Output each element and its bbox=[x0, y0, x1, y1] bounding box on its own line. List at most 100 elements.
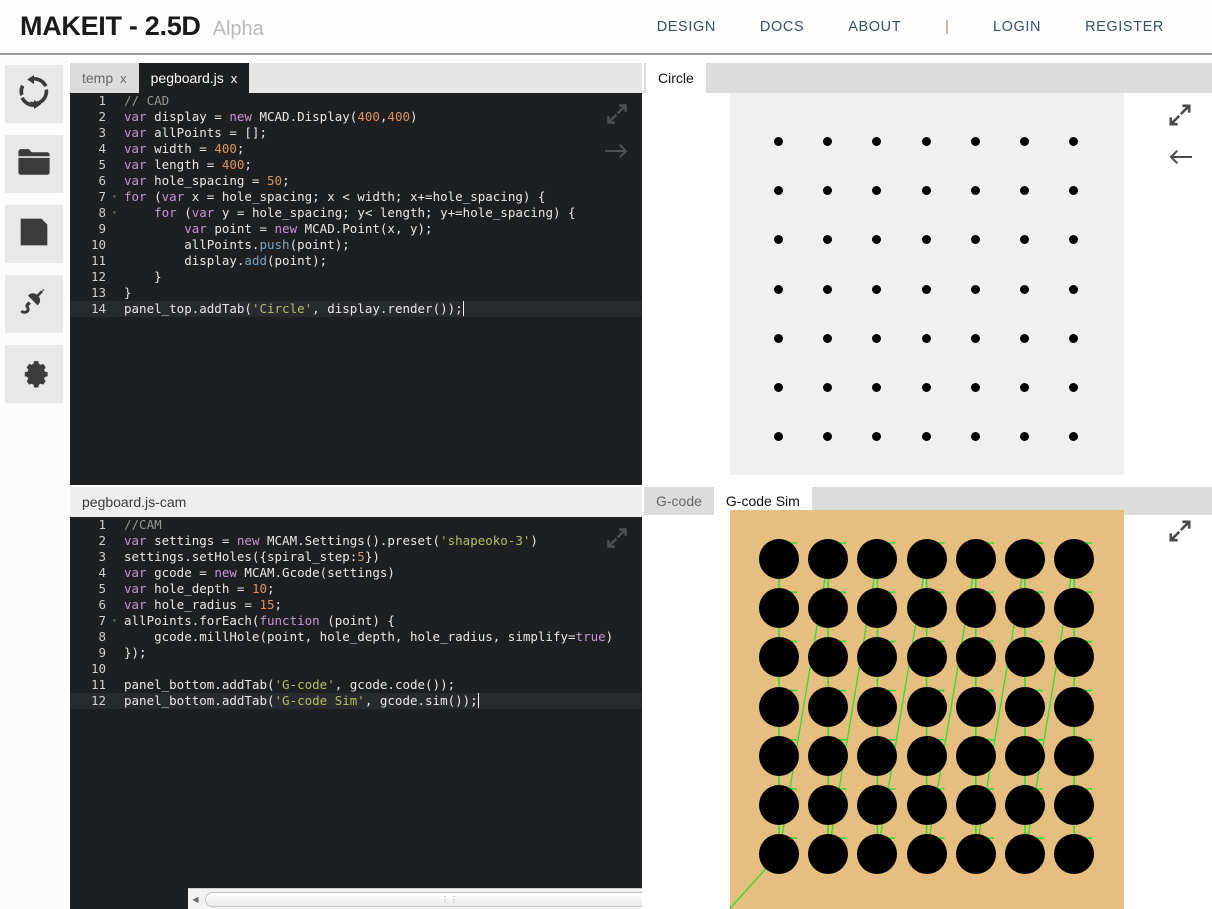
sidebar-item-connect[interactable] bbox=[5, 275, 63, 333]
code-text: var display = new MCAD.Display(400,400) bbox=[122, 109, 418, 125]
cad-canvas[interactable] bbox=[730, 93, 1124, 485]
drilled-hole bbox=[907, 539, 947, 579]
code-line: 5var hole_depth = 10; bbox=[70, 581, 642, 597]
expand-icon[interactable] bbox=[604, 525, 630, 556]
line-number: 6 bbox=[70, 173, 112, 189]
code-line: 3var allPoints = []; bbox=[70, 125, 642, 141]
grid-dot bbox=[872, 432, 881, 441]
code-line: 1// CAD bbox=[70, 93, 642, 109]
drilled-hole bbox=[907, 785, 947, 825]
drilled-hole bbox=[759, 834, 799, 874]
code-text: gcode.millHole(point, hole_depth, hole_r… bbox=[122, 629, 613, 645]
grid-dot bbox=[872, 186, 881, 195]
sim-tab-g-code[interactable]: G-code bbox=[644, 487, 714, 515]
nav-docs[interactable]: DOCS bbox=[738, 19, 826, 35]
cad-tab-temp[interactable]: tempx bbox=[70, 63, 139, 93]
fold-marker bbox=[112, 629, 122, 645]
scrollbar-thumb[interactable]: ⋮⋮ bbox=[205, 892, 642, 907]
drilled-hole bbox=[808, 736, 848, 776]
nav-design[interactable]: DESIGN bbox=[635, 19, 738, 35]
drilled-hole bbox=[907, 588, 947, 628]
drilled-hole bbox=[956, 785, 996, 825]
sidebar-item-save[interactable] bbox=[5, 205, 63, 263]
expand-icon[interactable] bbox=[604, 101, 630, 132]
cam-editor-icons bbox=[604, 525, 630, 556]
cad-code-lines: 1// CAD2var display = new MCAD.Display(4… bbox=[70, 93, 642, 317]
code-text: var hole_depth = 10; bbox=[122, 581, 275, 597]
drilled-hole bbox=[1005, 834, 1045, 874]
scroll-left-arrow[interactable]: ◀ bbox=[188, 890, 203, 909]
fold-marker[interactable]: ▾ bbox=[112, 613, 122, 629]
grid-dot bbox=[922, 285, 931, 294]
fold-marker bbox=[112, 597, 122, 613]
line-number: 7 bbox=[70, 613, 112, 629]
tab-label: pegboard.js bbox=[151, 70, 224, 86]
back-arrow-icon[interactable] bbox=[1166, 148, 1194, 171]
run-arrow-icon[interactable] bbox=[604, 142, 630, 165]
fold-marker bbox=[112, 533, 122, 549]
code-line: 12 } bbox=[70, 269, 642, 285]
drilled-hole bbox=[956, 834, 996, 874]
grid-dot bbox=[1069, 383, 1078, 392]
sidebar-item-open[interactable] bbox=[5, 135, 63, 193]
cad-view-tab-circle[interactable]: Circle bbox=[646, 63, 706, 93]
code-text: var width = 400; bbox=[122, 141, 244, 157]
nav-separator: | bbox=[923, 19, 971, 35]
grid-dot bbox=[971, 285, 980, 294]
fold-marker bbox=[112, 221, 122, 237]
expand-icon[interactable] bbox=[1166, 101, 1194, 134]
close-icon[interactable]: x bbox=[231, 71, 238, 86]
line-number: 6 bbox=[70, 597, 112, 613]
line-number: 10 bbox=[70, 661, 112, 677]
fold-marker bbox=[112, 141, 122, 157]
grid-dot bbox=[872, 334, 881, 343]
grid-dot bbox=[1020, 334, 1029, 343]
tab-label: G-code Sim bbox=[726, 493, 800, 509]
cam-horizontal-scrollbar[interactable]: ◀ ⋮⋮ ▶ bbox=[188, 888, 642, 909]
nav-login[interactable]: LOGIN bbox=[971, 19, 1063, 35]
nav-register[interactable]: REGISTER bbox=[1063, 19, 1186, 35]
grid-dot bbox=[971, 383, 980, 392]
code-line: 13} bbox=[70, 285, 642, 301]
grid-dot bbox=[971, 432, 980, 441]
fold-marker[interactable]: ▾ bbox=[112, 189, 122, 205]
drilled-hole bbox=[1005, 736, 1045, 776]
fold-marker bbox=[112, 677, 122, 693]
drilled-hole bbox=[1005, 785, 1045, 825]
code-line: 11panel_bottom.addTab('G-code', gcode.co… bbox=[70, 677, 642, 693]
code-line: 10 bbox=[70, 661, 642, 677]
code-line: 4var width = 400; bbox=[70, 141, 642, 157]
grid-dot bbox=[823, 186, 832, 195]
scrollbar-track[interactable]: ⋮⋮ bbox=[203, 890, 642, 909]
expand-icon[interactable] bbox=[1166, 532, 1194, 549]
grid-dot bbox=[922, 383, 931, 392]
drilled-hole bbox=[759, 588, 799, 628]
code-line: 5var length = 400; bbox=[70, 157, 642, 173]
drilled-hole bbox=[808, 785, 848, 825]
fold-marker[interactable]: ▾ bbox=[112, 205, 122, 221]
fold-marker bbox=[112, 285, 122, 301]
grid-dot bbox=[872, 285, 881, 294]
fold-marker bbox=[112, 549, 122, 565]
code-line: 11 display.add(point); bbox=[70, 253, 642, 269]
sidebar-item-settings[interactable] bbox=[5, 345, 63, 403]
code-line: 9}); bbox=[70, 645, 642, 661]
grid-dot bbox=[1020, 285, 1029, 294]
close-icon[interactable]: x bbox=[120, 71, 127, 86]
cam-code-area[interactable]: 1//CAM2var settings = new MCAM.Settings(… bbox=[70, 517, 642, 909]
fold-marker bbox=[112, 109, 122, 125]
line-number: 3 bbox=[70, 549, 112, 565]
folder-icon bbox=[17, 147, 51, 182]
grid-dot bbox=[823, 137, 832, 146]
save-icon bbox=[18, 216, 50, 253]
drilled-hole bbox=[808, 539, 848, 579]
cad-code-area[interactable]: 1// CAD2var display = new MCAD.Display(4… bbox=[70, 93, 642, 485]
sidebar-item-sync[interactable] bbox=[5, 65, 63, 123]
drilled-hole bbox=[1005, 588, 1045, 628]
cad-tab-pegboard-js[interactable]: pegboard.js x bbox=[139, 63, 250, 93]
sim-canvas[interactable] bbox=[730, 510, 1124, 909]
nav-about[interactable]: ABOUT bbox=[826, 19, 923, 35]
code-text: panel_bottom.addTab('G-code Sim', gcode.… bbox=[122, 693, 486, 709]
grid-dot bbox=[774, 235, 783, 244]
line-number: 10 bbox=[70, 237, 112, 253]
